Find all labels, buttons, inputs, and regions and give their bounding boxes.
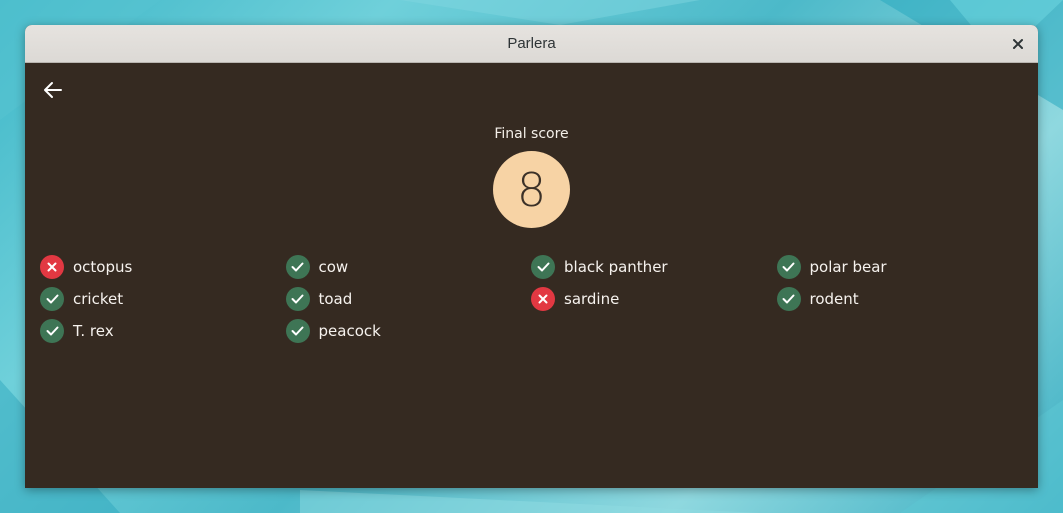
back-button[interactable] [39, 76, 67, 104]
result-word: cow [318, 258, 349, 276]
result-item: peacock [285, 315, 532, 347]
result-word: polar bear [809, 258, 887, 276]
result-word: sardine [564, 290, 620, 308]
checkmark-icon [291, 326, 304, 336]
result-item: cow [285, 251, 532, 283]
correct-badge [285, 287, 310, 311]
close-button[interactable] [1006, 32, 1030, 56]
arrow-left-icon [44, 82, 62, 98]
checkmark-icon [46, 294, 58, 304]
results-row: cricket toad sardine rodent [40, 283, 1038, 315]
correct-badge [776, 287, 801, 311]
result-word: toad [318, 290, 353, 308]
correct-badge [40, 287, 64, 311]
results-row: T. rex peacock [40, 315, 1038, 347]
wrong-badge [40, 255, 64, 279]
correct-badge [531, 255, 555, 279]
final-score-label: Final score [494, 126, 569, 142]
checkmark-icon [46, 326, 58, 336]
result-word: T. rex [73, 322, 114, 340]
window-title: Parlera [507, 35, 556, 52]
result-item: polar bear [776, 251, 1023, 283]
result-item: cricket [40, 283, 286, 315]
correct-badge [285, 255, 310, 279]
close-icon [1013, 39, 1023, 49]
result-word: peacock [318, 322, 381, 340]
wrong-badge [531, 287, 555, 311]
cross-icon [47, 262, 57, 272]
result-item: octopus [40, 251, 286, 283]
result-word: octopus [73, 258, 133, 276]
results-grid: octopus cow black panther polar bear cricket… [40, 251, 1038, 347]
checkmark-icon [537, 262, 549, 272]
result-word: rodent [809, 290, 859, 308]
score-badge: 8 [493, 151, 570, 228]
result-item: sardine [531, 283, 777, 315]
cross-icon [538, 294, 548, 304]
checkmark-icon [782, 262, 795, 272]
result-word: cricket [73, 290, 124, 308]
result-item: black panther [531, 251, 777, 283]
checkmark-icon [291, 262, 304, 272]
result-item: rodent [776, 283, 1023, 315]
result-word: black panther [564, 258, 668, 276]
app-window: Parlera Final score 8 octopus cow black pa… [25, 25, 1038, 488]
results-row: octopus cow black panther polar bear [40, 251, 1038, 283]
result-item: toad [285, 283, 532, 315]
checkmark-icon [291, 294, 304, 304]
checkmark-icon [782, 294, 795, 304]
result-item: T. rex [40, 315, 286, 347]
correct-badge [776, 255, 801, 279]
titlebar: Parlera [25, 25, 1038, 63]
correct-badge [285, 319, 310, 343]
score-value: 8 [516, 162, 547, 217]
correct-badge [40, 319, 64, 343]
